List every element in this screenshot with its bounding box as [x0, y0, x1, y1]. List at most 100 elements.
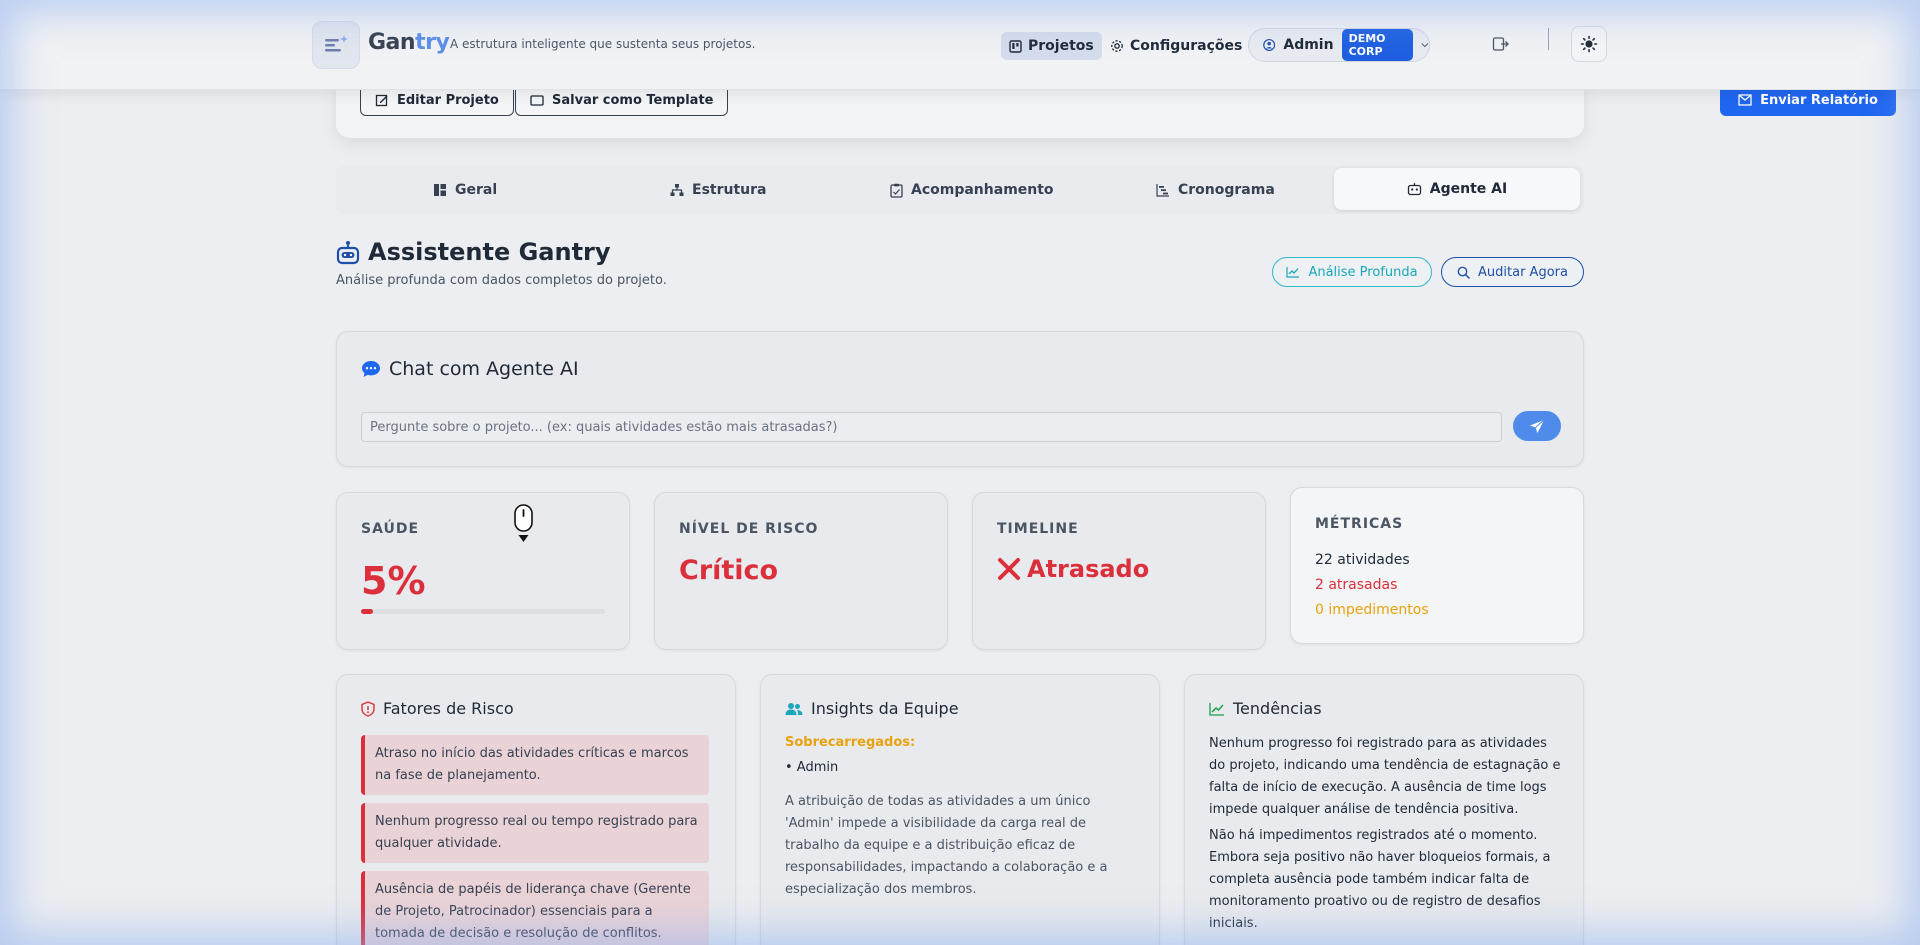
- robot-icon: [1407, 183, 1421, 196]
- users-icon: [785, 702, 803, 715]
- nav-settings[interactable]: Configurações: [1110, 32, 1242, 60]
- shield-alert-icon: [361, 700, 375, 717]
- edit-icon: [375, 94, 388, 107]
- app-logo[interactable]: [312, 21, 360, 69]
- tab-geral-label: Geral: [455, 182, 498, 198]
- send-icon: [1530, 419, 1545, 433]
- timeline-status: Atrasado: [997, 555, 1149, 583]
- nav-projects-label: Projetos: [1028, 38, 1094, 54]
- trend-paragraph: Não há impedimentos registrados até o mo…: [1209, 828, 1551, 931]
- tab-acompanhamento[interactable]: Acompanhamento: [890, 166, 1054, 214]
- hierarchy-icon: [670, 184, 684, 196]
- metric-impediments: 0 impedimentos: [1315, 602, 1429, 618]
- tab-agente-ai[interactable]: Agente AI: [1334, 168, 1580, 210]
- health-progress-bar: [361, 609, 605, 614]
- deep-analysis-label: Análise Profunda: [1308, 264, 1418, 280]
- trend-paragraph: Nenhum progresso foi registrado para as …: [1209, 736, 1561, 817]
- gantt-icon: [1156, 184, 1169, 197]
- tab-agente-ai-label: Agente AI: [1429, 181, 1508, 197]
- logout-icon: [1492, 37, 1509, 51]
- risk-level-card: NÍVEL DE RISCO Crítico: [654, 492, 948, 650]
- tab-cronograma-label: Cronograma: [1178, 182, 1275, 198]
- template-icon: [530, 95, 544, 106]
- chat-bubble-icon: [362, 361, 380, 377]
- send-message-button[interactable]: [1513, 411, 1561, 441]
- health-card: SAÚDE 5%: [336, 492, 630, 650]
- risk-factor-item: Ausência de papéis de liderança chave (G…: [361, 871, 709, 945]
- team-insights-title-text: Insights da Equipe: [811, 699, 959, 718]
- tab-acompanhamento-label: Acompanhamento: [911, 182, 1054, 198]
- chat-title: Chat com Agente AI: [361, 358, 579, 380]
- brand-name: Gantry: [368, 30, 450, 55]
- mouse-scroll-cursor-icon: [514, 504, 534, 548]
- gear-icon: [1111, 40, 1123, 52]
- clipboard-icon: [890, 183, 903, 198]
- overloaded-member: • Admin: [785, 760, 839, 775]
- sun-icon: [1580, 35, 1598, 53]
- send-report-label: Enviar Relatório: [1760, 92, 1878, 108]
- user-name: Admin: [1283, 37, 1334, 53]
- brand-main: Gan: [368, 30, 416, 55]
- team-insight-text: A atribuição de todas as atividades a um…: [785, 794, 1108, 897]
- logout-button[interactable]: [1492, 36, 1510, 56]
- org-badge: DEMO CORP: [1341, 29, 1414, 61]
- trends-card: Tendências Nenhum progresso foi registra…: [1184, 674, 1584, 945]
- timeline-card: TIMELINE Atrasado: [972, 492, 1266, 650]
- cross-mark-icon: [998, 558, 1020, 580]
- user-menu[interactable]: Admin DEMO CORP: [1248, 28, 1430, 62]
- tab-geral[interactable]: Geral: [433, 166, 497, 214]
- save-template-label: Salvar como Template: [552, 92, 714, 108]
- chat-input[interactable]: [361, 412, 1502, 442]
- team-insights-title: Insights da Equipe: [785, 699, 959, 718]
- assistant-robot-icon: [336, 240, 360, 270]
- header-divider: [1548, 28, 1549, 50]
- metrics-card: MÉTRICAS 22 atividades 2 atrasadas 0 imp…: [1290, 487, 1584, 644]
- chat-card: Chat com Agente AI: [336, 331, 1584, 467]
- nav-settings-label: Configurações: [1130, 38, 1243, 54]
- user-avatar-icon: [1263, 39, 1276, 51]
- trend-chart-icon: [1209, 702, 1224, 716]
- risk-factors-title-text: Fatores de Risco: [383, 699, 514, 718]
- risk-level-label: NÍVEL DE RISCO: [679, 521, 819, 537]
- brand-tagline: A estrutura inteligente que sustenta seu…: [450, 37, 756, 51]
- metric-activities: 22 atividades: [1315, 552, 1410, 568]
- health-label: SAÚDE: [361, 521, 420, 537]
- trends-title: Tendências: [1209, 699, 1322, 718]
- audit-now-label: Auditar Agora: [1478, 264, 1568, 280]
- envelope-icon: [1738, 94, 1752, 106]
- trends-title-text: Tendências: [1233, 699, 1322, 718]
- risk-factor-item: Atraso no início das atividades críticas…: [361, 735, 709, 795]
- risk-factors-title: Fatores de Risco: [361, 699, 514, 718]
- assistant-title: Assistente Gantry: [368, 238, 611, 266]
- metrics-label: MÉTRICAS: [1315, 516, 1404, 532]
- chat-title-text: Chat com Agente AI: [389, 358, 579, 380]
- team-insights-card: Insights da Equipe Sobrecarregados: • Ad…: [760, 674, 1160, 945]
- tab-estrutura-label: Estrutura: [692, 182, 767, 198]
- audit-now-button[interactable]: Auditar Agora: [1441, 257, 1584, 287]
- edit-project-label: Editar Projeto: [397, 92, 499, 108]
- deep-analysis-button[interactable]: Análise Profunda: [1272, 257, 1432, 287]
- chevron-down-icon: [1421, 43, 1429, 48]
- line-chart-icon: [1286, 267, 1300, 278]
- health-progress-fill: [361, 609, 374, 614]
- kanban-icon: [1009, 39, 1022, 53]
- tab-cronograma[interactable]: Cronograma: [1156, 166, 1275, 214]
- timeline-value: Atrasado: [1027, 555, 1150, 583]
- overloaded-label: Sobrecarregados:: [785, 735, 916, 750]
- risk-factors-card: Fatores de Risco Atraso no início das at…: [336, 674, 736, 945]
- risk-level-value: Crítico: [679, 555, 779, 586]
- search-icon: [1457, 266, 1470, 279]
- app-header: Gantry A estrutura inteligente que suste…: [0, 0, 1920, 90]
- theme-toggle-button[interactable]: [1571, 26, 1607, 62]
- logo-icon: [325, 35, 348, 52]
- tab-estrutura[interactable]: Estrutura: [670, 166, 766, 214]
- project-tabs: Geral Estrutura Acompanhamento Cronogram…: [336, 166, 1584, 214]
- assistant-subtitle: Análise profunda com dados completos do …: [336, 273, 667, 288]
- risk-factor-item: Nenhum progresso real ou tempo registrad…: [361, 803, 709, 863]
- dashboard-icon: [434, 184, 446, 196]
- timeline-label: TIMELINE: [997, 521, 1079, 537]
- health-value: 5%: [361, 559, 426, 603]
- brand-accent: try: [415, 30, 450, 55]
- nav-projects[interactable]: Projetos: [1001, 32, 1102, 60]
- metric-delayed: 2 atrasadas: [1315, 577, 1398, 593]
